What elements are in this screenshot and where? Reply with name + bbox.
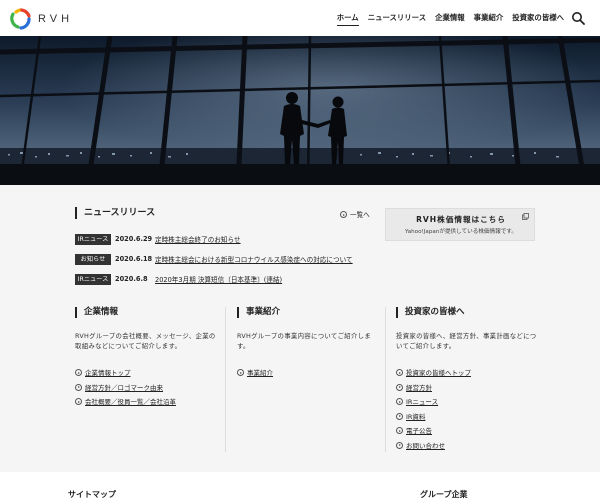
external-link-icon bbox=[522, 213, 529, 220]
section-title: 投資家の皆様へ bbox=[396, 307, 551, 318]
news-link[interactable]: 定時株主総会終了のお知らせ bbox=[155, 234, 241, 244]
nav-investors[interactable]: 投資家の皆様へ bbox=[512, 12, 564, 26]
section-links: 事業紹介 bbox=[237, 367, 392, 382]
link-label: お問い合わせ bbox=[406, 441, 445, 450]
column-divider bbox=[385, 307, 386, 452]
rvh-logo[interactable]: RVH bbox=[10, 8, 70, 30]
link-label: 投資家の皆様へトップ bbox=[406, 369, 471, 377]
news-badge: IRニュース bbox=[75, 233, 111, 245]
arrow-right-icon bbox=[340, 211, 347, 218]
investors-section: 投資家の皆様へ 投資家の皆様へ、経営方針、事業計画などについてご紹介します。 投… bbox=[396, 307, 551, 459]
news-date: 2020.6.18 bbox=[115, 255, 153, 263]
arrow-right-icon bbox=[75, 369, 82, 376]
site-footer: サイトマップ グループ企業 bbox=[0, 472, 600, 500]
section-description: 投資家の皆様へ、経営方針、事業計画などについてご紹介します。 bbox=[396, 332, 537, 350]
stock-info-banner[interactable]: RVH株価情報はこちら Yahoo!Japanが提供している株価情報です。 bbox=[385, 208, 535, 241]
nav-home[interactable]: ホーム bbox=[336, 12, 359, 26]
arrow-right-icon bbox=[396, 383, 403, 391]
section-description: RVHグループの会社概要、メッセージ、企業の取組みなどについてご紹介します。 bbox=[75, 332, 216, 350]
business-link[interactable]: 事業紹介 bbox=[237, 367, 392, 382]
news-list-link-label: 一覧へ bbox=[350, 211, 370, 219]
news-link[interactable]: 2020年3月期 決算短信〔日本基準〕(連結) bbox=[155, 274, 282, 284]
section-title: 企業情報 bbox=[75, 307, 230, 318]
arrow-right-icon bbox=[396, 441, 403, 449]
investors-link[interactable]: 経営方針 bbox=[396, 382, 551, 397]
news-list: IRニュース 2020.6.29 定時株主総会終了のお知らせ お知らせ 2020… bbox=[75, 229, 365, 289]
investors-link[interactable]: 電子公告 bbox=[396, 425, 551, 440]
site-header: RVH ホーム ニュースリリース 企業情報 事業紹介 投資家の皆様へ bbox=[0, 0, 600, 36]
main-nav: ホーム ニュースリリース 企業情報 事業紹介 投資家の皆様へ bbox=[336, 12, 564, 26]
search-icon[interactable] bbox=[571, 11, 585, 25]
section-title: 事業紹介 bbox=[237, 307, 392, 318]
link-label: 企業情報トップ bbox=[85, 369, 131, 377]
logo-mark-icon bbox=[10, 8, 31, 30]
nav-business[interactable]: 事業紹介 bbox=[474, 12, 504, 26]
investors-link[interactable]: IRニュース bbox=[396, 396, 551, 411]
link-label: 電子公告 bbox=[406, 427, 432, 436]
news-date: 2020.6.29 bbox=[115, 235, 153, 243]
section-links: 投資家の皆様へトップ 経営方針 IRニュース IR資料 電子公告 お問い合わせ bbox=[396, 367, 551, 455]
arrow-right-icon bbox=[396, 427, 403, 435]
news-list-link[interactable]: 一覧へ bbox=[340, 209, 370, 219]
column-divider bbox=[225, 307, 226, 452]
sitemap-heading[interactable]: サイトマップ bbox=[68, 489, 116, 500]
news-badge: お知らせ bbox=[75, 253, 111, 265]
link-label: IRニュース bbox=[406, 398, 439, 407]
link-label: IR資料 bbox=[406, 412, 426, 421]
arrow-right-icon bbox=[396, 398, 403, 406]
nav-company[interactable]: 企業情報 bbox=[435, 12, 465, 26]
nav-news[interactable]: ニュースリリース bbox=[368, 12, 426, 26]
section-description: RVHグループの事業内容についてご紹介します。 bbox=[237, 332, 372, 350]
arrow-right-icon bbox=[396, 369, 403, 376]
news-badge: IRニュース bbox=[75, 273, 111, 285]
news-item: IRニュース 2020.6.29 定時株主総会終了のお知らせ bbox=[75, 229, 365, 249]
hero-image bbox=[0, 36, 600, 185]
news-link[interactable]: 定時株主総会における新型コロナウイルス感染症への対応について bbox=[155, 254, 353, 264]
arrow-right-icon bbox=[237, 369, 244, 376]
business-section: 事業紹介 RVHグループの事業内容についてご紹介します。 事業紹介 bbox=[237, 307, 392, 459]
link-label: 経営方針 bbox=[406, 383, 432, 392]
arrow-right-icon bbox=[396, 412, 403, 420]
link-label: 事業紹介 bbox=[247, 369, 273, 377]
arrow-right-icon bbox=[75, 383, 82, 391]
arrow-right-icon bbox=[75, 398, 82, 406]
group-companies-heading[interactable]: グループ企業 bbox=[420, 489, 468, 500]
section-links: 企業情報トップ 経営方針／ロゴマーク由来 会社概要／役員一覧／会社沿革 bbox=[75, 367, 230, 411]
news-section-title: ニュースリリース bbox=[75, 207, 155, 219]
link-label: 会社概要／役員一覧／会社沿革 bbox=[85, 398, 176, 407]
stock-subtitle: Yahoo!Japanが提供している株価情報です。 bbox=[405, 229, 517, 235]
link-label: 経営方針／ロゴマーク由来 bbox=[85, 383, 163, 392]
news-item: IRニュース 2020.6.8 2020年3月期 決算短信〔日本基準〕(連結) bbox=[75, 269, 365, 289]
company-link[interactable]: 企業情報トップ bbox=[75, 367, 230, 382]
company-link[interactable]: 会社概要／役員一覧／会社沿革 bbox=[75, 396, 230, 411]
investors-link[interactable]: お問い合わせ bbox=[396, 440, 551, 455]
stock-title: RVH株価情報はこちら bbox=[416, 215, 506, 224]
news-date: 2020.6.8 bbox=[115, 275, 148, 283]
company-info-section: 企業情報 RVHグループの会社概要、メッセージ、企業の取組みなどについてご紹介し… bbox=[75, 307, 230, 459]
logo-text: RVH bbox=[38, 13, 74, 25]
news-item: お知らせ 2020.6.18 定時株主総会における新型コロナウイルス感染症への対… bbox=[75, 249, 365, 269]
investors-link[interactable]: 投資家の皆様へトップ bbox=[396, 367, 551, 382]
main-content: ニュースリリース 一覧へ IRニュース 2020.6.29 定時株主総会終了のお… bbox=[0, 185, 600, 472]
investors-link[interactable]: IR資料 bbox=[396, 411, 551, 426]
company-link[interactable]: 経営方針／ロゴマーク由来 bbox=[75, 382, 230, 397]
